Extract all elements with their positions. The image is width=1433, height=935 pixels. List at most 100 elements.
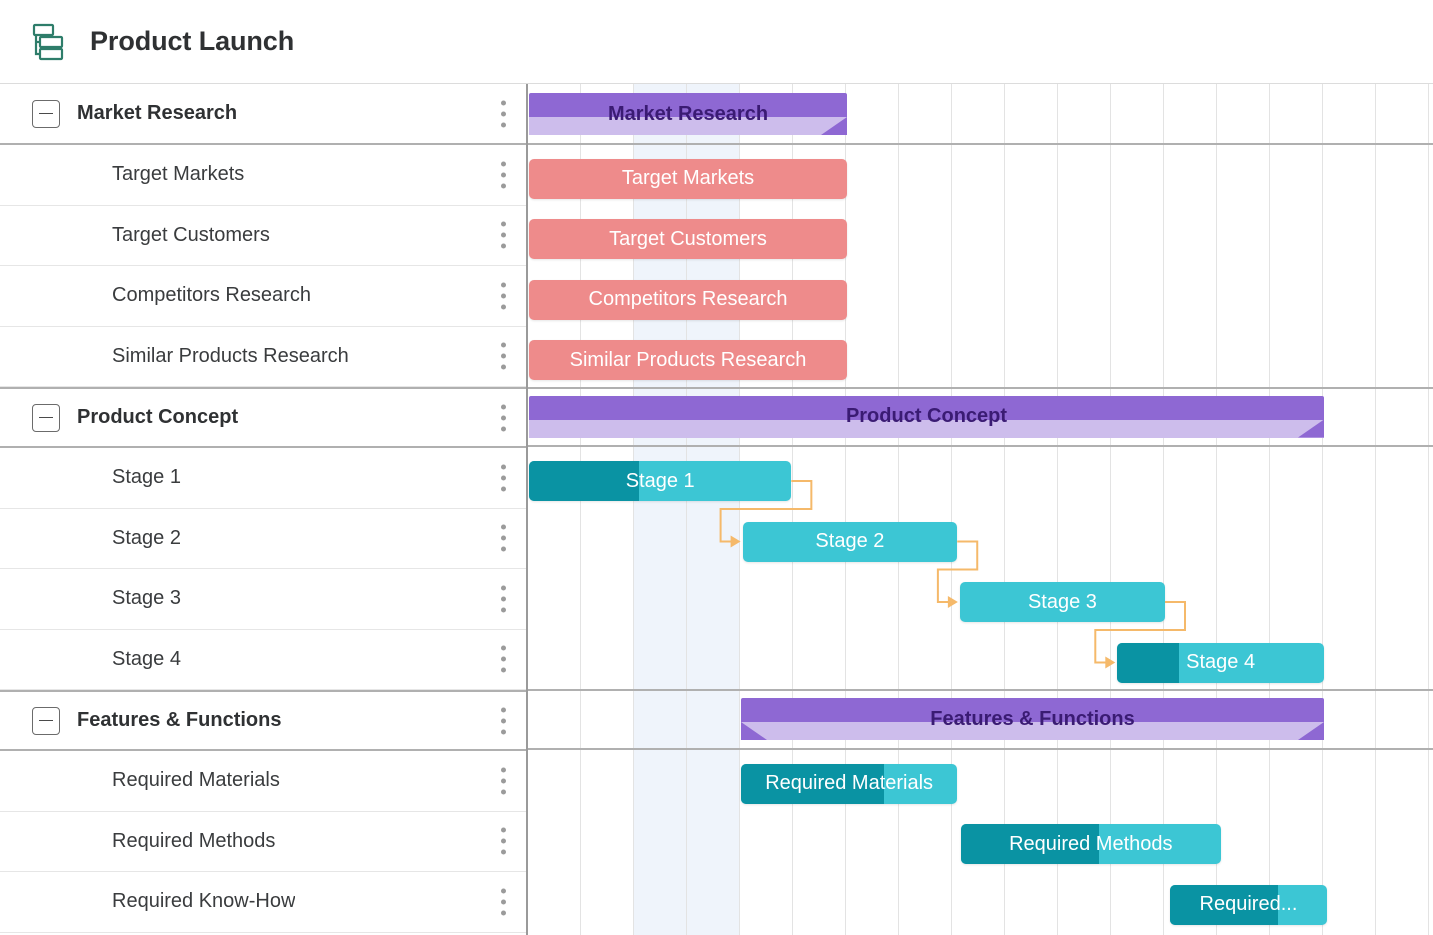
gantt-task-bar[interactable]: Stage 1 <box>529 461 791 501</box>
timeline-column <box>1323 84 1376 935</box>
task-row-label: Features & Functions <box>77 709 281 732</box>
timeline-column <box>899 84 952 935</box>
row-menu-kebab-icon[interactable] <box>501 343 506 370</box>
row-menu-kebab-icon[interactable] <box>501 888 506 915</box>
gantt-task-bar[interactable]: Target Markets <box>529 159 847 199</box>
gantt-bar-label: Required Methods <box>961 824 1221 864</box>
task-row-label: Target Markets <box>112 163 244 186</box>
timeline-column <box>687 84 740 935</box>
gantt-bar-label: Stage 4 <box>1117 643 1324 683</box>
collapse-minus-icon[interactable] <box>32 707 60 735</box>
task-row-label: Required Methods <box>112 830 275 853</box>
gantt-bar-label: Similar Products Research <box>529 340 847 380</box>
row-menu-kebab-icon[interactable] <box>501 464 506 491</box>
timeline-column <box>1058 84 1111 935</box>
task-row[interactable]: Competitors Research <box>0 266 526 327</box>
gantt-bar-label: Target Customers <box>529 219 847 259</box>
gantt-task-bar[interactable]: Stage 3 <box>960 582 1165 622</box>
gantt-timeline-pane[interactable]: Market Research Target Markets Target Cust… <box>528 84 1433 935</box>
task-list-pane[interactable]: Market Research Target Markets Target Cust… <box>0 84 528 935</box>
group-separator <box>528 143 1433 145</box>
collapse-minus-icon[interactable] <box>32 100 60 128</box>
app-header: Product Launch <box>0 0 1433 84</box>
row-menu-kebab-icon[interactable] <box>501 282 506 309</box>
timeline-column <box>1270 84 1323 935</box>
gantt-bar-label: Stage 1 <box>529 461 791 501</box>
task-row[interactable]: Target Customers <box>0 206 526 267</box>
timeline-column <box>1429 84 1433 935</box>
task-row[interactable]: Required Materials <box>0 751 526 812</box>
row-menu-kebab-icon[interactable] <box>501 585 506 612</box>
row-menu-kebab-icon[interactable] <box>501 828 506 855</box>
gantt-wbs-icon <box>28 22 66 62</box>
task-row[interactable]: Required Methods <box>0 812 526 873</box>
timeline-column <box>634 84 687 935</box>
gantt-task-bar[interactable]: Required Materials <box>741 764 957 804</box>
task-row-label: Required Know-How <box>112 890 295 913</box>
row-menu-kebab-icon[interactable] <box>501 646 506 673</box>
row-menu-kebab-icon[interactable] <box>501 222 506 249</box>
task-row[interactable]: Features & Functions <box>0 690 526 751</box>
gantt-task-bar[interactable]: Required... <box>1170 885 1326 925</box>
row-menu-kebab-icon[interactable] <box>501 161 506 188</box>
timeline-column <box>740 84 793 935</box>
task-row-label: Stage 1 <box>112 466 181 489</box>
task-row[interactable]: Stage 2 <box>0 509 526 570</box>
task-row[interactable]: Product Concept <box>0 387 526 448</box>
timeline-column <box>1376 84 1429 935</box>
task-row-label: Stage 3 <box>112 587 181 610</box>
gantt-bar-label: Product Concept <box>529 396 1324 438</box>
timeline-column <box>1164 84 1217 935</box>
timeline-column <box>952 84 1005 935</box>
gantt-summary-bar[interactable]: Product Concept <box>529 396 1324 438</box>
gantt-summary-bar[interactable]: Market Research <box>529 93 847 135</box>
task-row-label: Market Research <box>77 102 237 125</box>
task-row-label: Stage 2 <box>112 527 181 550</box>
row-menu-kebab-icon[interactable] <box>501 707 506 734</box>
gantt-summary-bar[interactable]: Features & Functions <box>741 698 1324 740</box>
gantt-task-bar[interactable]: Stage 2 <box>743 522 958 562</box>
gantt-task-bar[interactable]: Target Customers <box>529 219 847 259</box>
row-menu-kebab-icon[interactable] <box>501 525 506 552</box>
task-row[interactable]: Market Research <box>0 84 526 145</box>
page-title: Product Launch <box>90 26 294 57</box>
gantt-bar-label: Required... <box>1170 885 1326 925</box>
gantt-bar-label: Competitors Research <box>529 280 847 320</box>
task-row-label: Similar Products Research <box>112 345 349 368</box>
timeline-column <box>581 84 634 935</box>
task-row[interactable]: Stage 3 <box>0 569 526 630</box>
gantt-task-bar[interactable]: Stage 4 <box>1117 643 1324 683</box>
collapse-minus-icon[interactable] <box>32 404 60 432</box>
task-row[interactable]: Stage 4 <box>0 630 526 691</box>
gantt-chart-app: Product Launch Market Research Target Mar… <box>0 0 1433 935</box>
timeline-column <box>1111 84 1164 935</box>
timeline-column <box>528 84 581 935</box>
group-separator <box>528 748 1433 750</box>
group-separator <box>528 689 1433 691</box>
gantt-bar-label: Stage 3 <box>960 582 1165 622</box>
gantt-bar-label: Market Research <box>529 93 847 135</box>
gantt-bar-label: Target Markets <box>529 159 847 199</box>
gantt-bar-label: Stage 2 <box>743 522 958 562</box>
task-row[interactable]: Stage 1 <box>0 448 526 509</box>
timeline-column <box>1217 84 1270 935</box>
timeline-column <box>1005 84 1058 935</box>
group-separator <box>528 387 1433 389</box>
task-row-label: Product Concept <box>77 406 238 429</box>
task-row-label: Stage 4 <box>112 648 181 671</box>
gantt-task-bar[interactable]: Similar Products Research <box>529 340 847 380</box>
gantt-task-bar[interactable]: Competitors Research <box>529 280 847 320</box>
timeline-column <box>793 84 846 935</box>
row-menu-kebab-icon[interactable] <box>501 100 506 127</box>
gantt-bar-label: Required Materials <box>741 764 957 804</box>
row-menu-kebab-icon[interactable] <box>501 767 506 794</box>
task-row[interactable]: Target Markets <box>0 145 526 206</box>
task-row[interactable]: Similar Products Research <box>0 327 526 388</box>
gantt-bar-label: Features & Functions <box>741 698 1324 740</box>
task-row[interactable]: Required Know-How <box>0 872 526 933</box>
task-row-label: Required Materials <box>112 769 280 792</box>
group-separator <box>528 445 1433 447</box>
task-row-label: Target Customers <box>112 224 270 247</box>
row-menu-kebab-icon[interactable] <box>501 404 506 431</box>
gantt-task-bar[interactable]: Required Methods <box>961 824 1221 864</box>
